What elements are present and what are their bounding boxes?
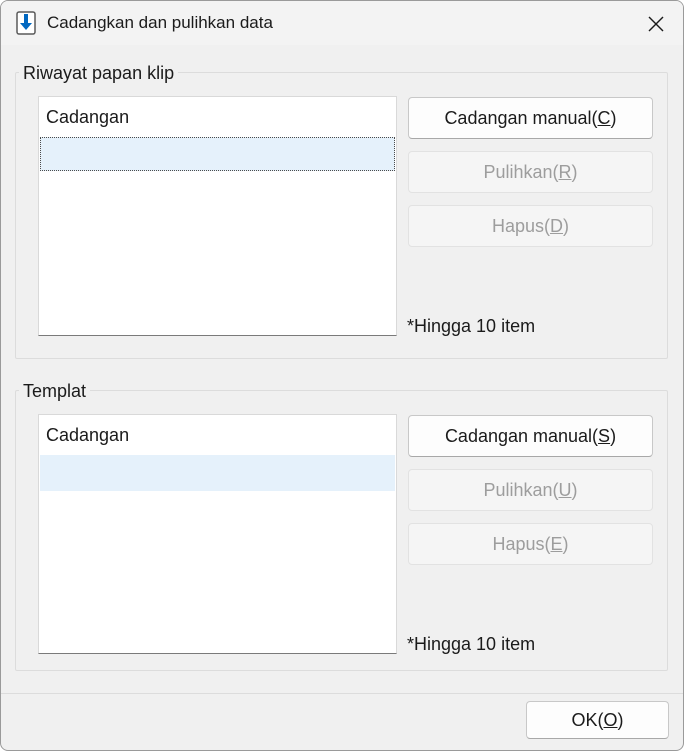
list-item[interactable] <box>40 455 395 491</box>
close-button[interactable] <box>641 10 671 38</box>
clipboard-backup-list[interactable]: Cadangan <box>38 96 397 336</box>
download-arrow-icon <box>16 11 36 35</box>
template-limit-note: *Hingga 10 item <box>407 634 536 654</box>
window-title: Cadangkan dan pulihkan data <box>47 13 273 32</box>
clipboard-delete-button[interactable]: Hapus(D) <box>408 205 653 247</box>
list-column-header[interactable]: Cadangan <box>46 425 129 446</box>
clipboard-history-label: Riwayat papan klip <box>19 63 179 84</box>
template-delete-button[interactable]: Hapus(E) <box>408 523 653 565</box>
template-label: Templat <box>19 381 91 402</box>
ok-button[interactable]: OK(O) <box>526 701 669 739</box>
clipboard-manual-backup-button[interactable]: Cadangan manual(C) <box>408 97 653 139</box>
template-backup-list[interactable]: Cadangan <box>38 414 397 654</box>
backup-restore-dialog: Cadangkan dan pulihkan data Riwayat papa… <box>0 0 684 751</box>
clipboard-limit-note: *Hingga 10 item <box>407 316 536 336</box>
template-restore-button[interactable]: Pulihkan(U) <box>408 469 653 511</box>
clipboard-restore-button[interactable]: Pulihkan(R) <box>408 151 653 193</box>
list-column-header[interactable]: Cadangan <box>46 107 129 128</box>
close-icon <box>648 16 664 32</box>
footer-divider <box>1 693 683 694</box>
title-bar[interactable]: Cadangkan dan pulihkan data <box>1 1 683 45</box>
list-item[interactable] <box>40 137 395 171</box>
template-manual-backup-button[interactable]: Cadangan manual(S) <box>408 415 653 457</box>
